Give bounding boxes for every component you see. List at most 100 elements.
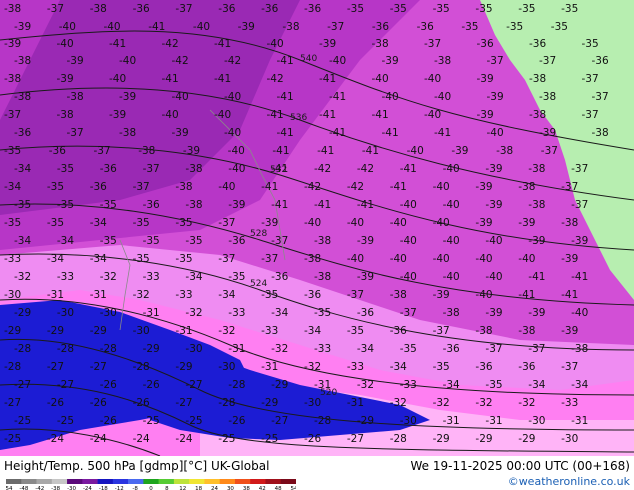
temperature-value: -31 (443, 415, 460, 427)
legend-tick-label: 24 (211, 486, 218, 490)
temperature-value: -34 (185, 271, 202, 283)
temperature-value: -38 (282, 21, 299, 33)
legend-swatch (97, 479, 114, 484)
temperature-value: -42 (304, 181, 321, 193)
temperature-value: -28 (314, 415, 331, 427)
temperature-value: -24 (175, 433, 192, 445)
temperature-value: -30 (400, 415, 417, 427)
temperature-value: -37 (271, 235, 288, 247)
temperature-value: -27 (271, 415, 288, 427)
temperature-value: -34 (528, 379, 545, 391)
temperature-value: -32 (133, 289, 150, 301)
temperature-value: -37 (528, 343, 545, 355)
temperature-value: -31 (347, 397, 364, 409)
temperature-value: -39 (319, 38, 336, 50)
temperature-value: -35 (47, 217, 64, 229)
temperature-value: -41 (357, 199, 374, 211)
temperature-value: -39 (561, 253, 578, 265)
temperature-value: -35 (347, 3, 364, 15)
temperature-value: -35 (175, 253, 192, 265)
temperature-value: -27 (175, 397, 192, 409)
temperature-value: -39 (172, 127, 189, 139)
temperature-value: -38 (528, 199, 545, 211)
temperature-value: -39 (518, 217, 535, 229)
temperature-value: -38 (529, 109, 546, 121)
temperature-value: -40 (57, 38, 74, 50)
temperature-value: -32 (100, 271, 117, 283)
temperature-value: -39 (561, 325, 578, 337)
site-credit[interactable]: ©weatheronline.co.uk (508, 475, 630, 488)
legend-tick-label: -24 (83, 486, 92, 490)
temperature-value: -29 (175, 361, 192, 373)
temperature-value: -41 (372, 109, 389, 121)
temperature-value: -35 (461, 21, 478, 33)
temperature-value: -26 (228, 415, 245, 427)
temperature-value: -30 (528, 415, 545, 427)
temperature-value: -40 (329, 55, 346, 67)
temperature-value: -42 (347, 181, 364, 193)
temperature-value: -31 (228, 343, 245, 355)
temperature-value: -41 (317, 145, 334, 157)
legend-swatch (67, 479, 83, 484)
temperature-value: -38 (185, 199, 202, 211)
temperature-value: -25 (185, 415, 202, 427)
temperature-value: -40 (443, 271, 460, 283)
legend-tick-label: -18 (99, 486, 108, 490)
temperature-value: -38 (529, 73, 546, 85)
temperature-value: -37 (261, 253, 278, 265)
temperature-value: -36 (143, 199, 160, 211)
temperature-value: -40 (443, 163, 460, 175)
temperature-value: -29 (271, 379, 288, 391)
temperature-value: -40 (162, 109, 179, 121)
temperature-value: -42 (162, 38, 179, 50)
temperature-value: -32 (218, 325, 235, 337)
temperature-value: -34 (571, 379, 588, 391)
temperature-value: -35 (261, 289, 278, 301)
temperature-value: -29 (143, 343, 160, 355)
temperature-value: -41 (382, 127, 399, 139)
temperature-value: -38 (390, 289, 407, 301)
temperature-value: -40 (443, 235, 460, 247)
temperature-value: -40 (218, 181, 235, 193)
temperature-value: -37 (218, 253, 235, 265)
temperature-value: -38 (304, 253, 321, 265)
legend-swatch (173, 479, 190, 484)
legend-swatch (36, 479, 53, 484)
temperature-value: -40 (59, 21, 76, 33)
temperature-value: -40 (485, 271, 502, 283)
temperature-value: -37 (561, 361, 578, 373)
legend-swatch (280, 479, 296, 484)
valid-time: We 19-11-2025 00:00 UTC (00+168) (410, 459, 630, 473)
temperature-value: -38 (14, 91, 31, 103)
temperature-value: -36 (417, 21, 434, 33)
temperature-value: -40 (434, 91, 451, 103)
temperature-value: -40 (518, 253, 535, 265)
temperature-value: -39 (357, 271, 374, 283)
temperature-value: -35 (4, 217, 21, 229)
temperature-value: -41 (329, 127, 346, 139)
temperature-value: -40 (390, 253, 407, 265)
contour-label: 524 (250, 279, 267, 289)
temperature-value: -39 (528, 307, 545, 319)
temperature-value: -35 (100, 235, 117, 247)
temperature-value: -39 (67, 55, 84, 67)
temperature-value: -36 (14, 127, 31, 139)
temperature-value: -34 (47, 253, 64, 265)
temperature-value: -39 (228, 199, 245, 211)
temperature-value: -37 (582, 109, 599, 121)
temperature-value: -35 (314, 307, 331, 319)
temperature-value: -30 (218, 361, 235, 373)
temperature-value: -30 (304, 397, 321, 409)
temperature-value: -34 (443, 379, 460, 391)
temperature-value: -41 (148, 21, 165, 33)
temperature-value: -39 (571, 235, 588, 247)
temperature-value: -38 (90, 3, 107, 15)
legend-swatch (51, 479, 68, 484)
temperature-value: -37 (487, 55, 504, 67)
temperature-value: -38 (185, 163, 202, 175)
temperature-value: -38 (518, 325, 535, 337)
temperature-value: -37 (67, 127, 84, 139)
footer-bar: Height/Temp. 500 hPa [gdmp][°C] UK-Globa… (0, 456, 634, 490)
temperature-value: -40 (109, 73, 126, 85)
temperature-value: -41 (434, 127, 451, 139)
